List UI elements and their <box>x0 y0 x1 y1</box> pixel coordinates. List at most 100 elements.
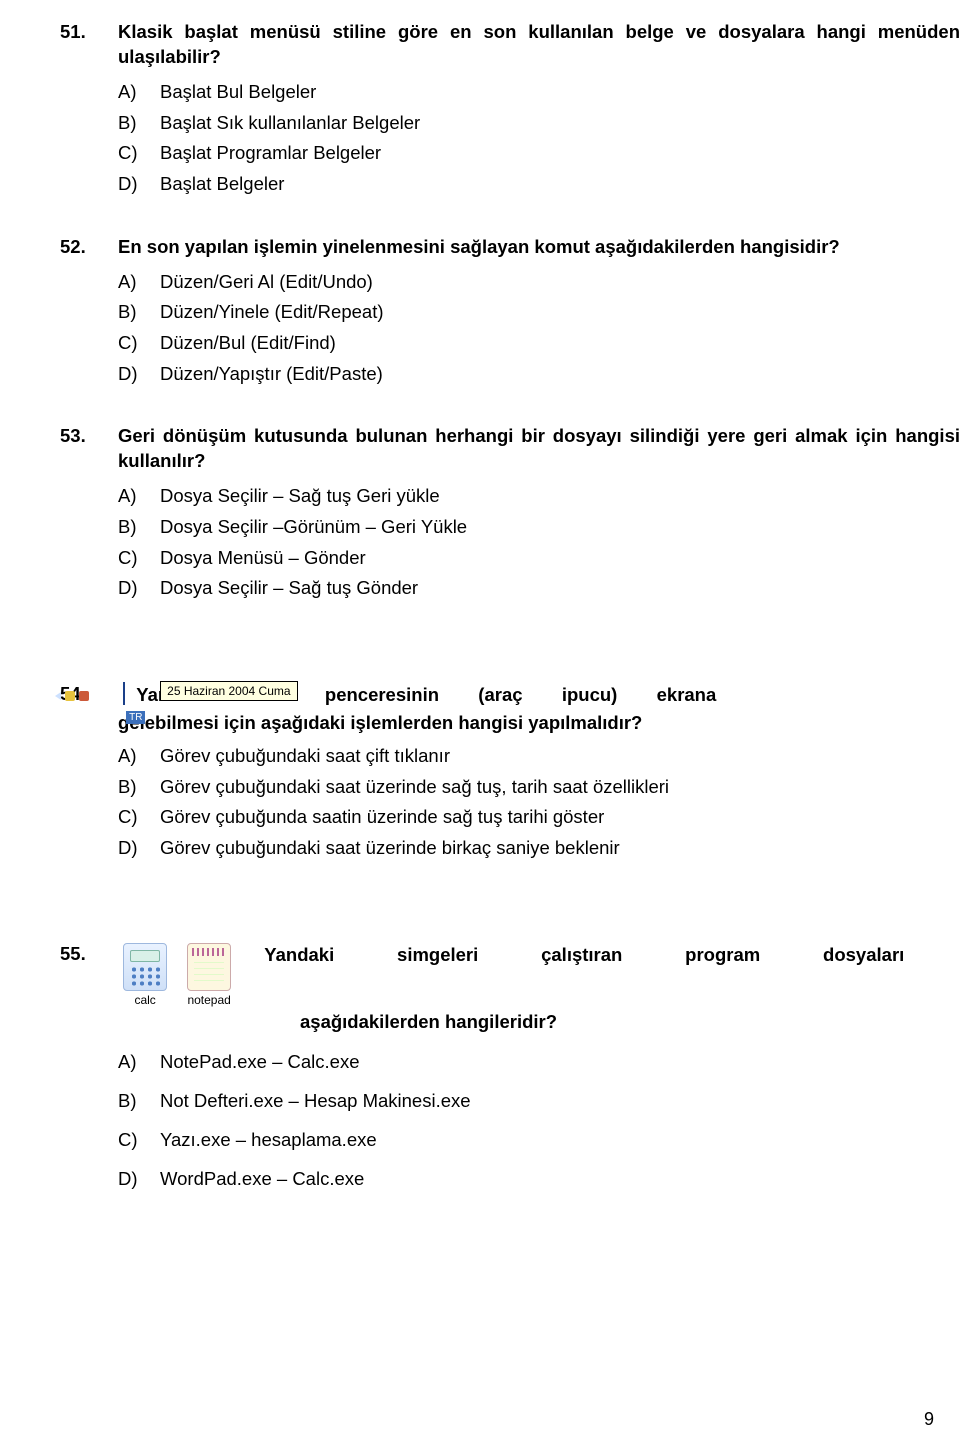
option-letter: C) <box>118 544 146 573</box>
calculator-icon <box>123 943 167 991</box>
question-number: 51. <box>60 20 94 70</box>
option-letter: B) <box>118 513 146 542</box>
system-tray: 19:45 <box>55 690 121 702</box>
option-d: D) WordPad.exe – Calc.exe <box>118 1160 960 1197</box>
option-text: Görev çubuğundaki saat çift tıklanır <box>160 742 450 771</box>
option-a: A) Düzen/Geri Al (Edit/Undo) <box>118 268 960 297</box>
notepad-label: notepad <box>187 993 230 1007</box>
option-b: B) Not Defteri.exe – Hesap Makinesi.exe <box>118 1082 960 1119</box>
question-number: 53. <box>60 424 94 474</box>
question-54: 54. 25 Haziran 2004 Cuma TR 19:45 Yandak… <box>60 683 960 863</box>
calc-label: calc <box>134 993 155 1007</box>
option-text: Düzen/Bul (Edit/Find) <box>160 329 336 358</box>
tray-icon <box>79 691 89 701</box>
option-text: Düzen/Yinele (Edit/Repeat) <box>160 298 384 327</box>
option-a: A) NotePad.exe – Calc.exe <box>118 1043 960 1080</box>
question-text-line2: aşağıdakilerden hangileridir? <box>300 1011 960 1033</box>
option-b: B) Dosya Seçilir –Görünüm – Geri Yükle <box>118 513 960 542</box>
option-letter: A) <box>118 482 146 511</box>
option-d: D) Düzen/Yapıştır (Edit/Paste) <box>118 360 960 389</box>
option-text: Başlat Sık kullanılanlar Belgeler <box>160 109 420 138</box>
option-text: Görev çubuğundaki saat üzerinde sağ tuş,… <box>160 773 669 802</box>
program-icons: calc notepad <box>123 943 231 1007</box>
taskbar-clock: 19:45 <box>93 690 121 702</box>
option-letter: C) <box>118 1121 146 1158</box>
tray-icon <box>65 691 75 701</box>
option-letter: A) <box>118 742 146 771</box>
option-text: Görev çubuğundaki saat üzerinde birkaç s… <box>160 834 620 863</box>
option-text: WordPad.exe – Calc.exe <box>160 1160 364 1197</box>
option-c: C) Dosya Menüsü – Gönder <box>118 544 960 573</box>
options: A) Düzen/Geri Al (Edit/Undo) B) Düzen/Yine… <box>118 268 960 389</box>
option-text: Görev çubuğunda saatin üzerinde sağ tuş … <box>160 803 604 832</box>
option-letter: A) <box>118 268 146 297</box>
option-text: Dosya Seçilir –Görünüm – Geri Yükle <box>160 513 467 542</box>
option-letter: B) <box>118 1082 146 1119</box>
options: A) Dosya Seçilir – Sağ tuş Geri yükle B) D… <box>118 482 960 603</box>
option-letter: A) <box>118 1043 146 1080</box>
option-d: D) Görev çubuğundaki saat üzerinde birkaç… <box>118 834 960 863</box>
language-indicator: TR <box>126 711 145 724</box>
question-text-line1: Yandaki simgeleri çalıştıran program dos… <box>264 943 904 968</box>
option-c: C) Başlat Programlar Belgeler <box>118 139 960 168</box>
question-55: 55. calc notepad Yandaki simgeleri çalış… <box>60 943 960 1197</box>
question-heading: 54. 25 Haziran 2004 Cuma TR 19:45 Yandak… <box>60 683 960 734</box>
option-c: C)Görev çubuğunda saatin üzerinde sağ tu… <box>118 803 960 832</box>
options: A) Görev çubuğundaki saat çift tıklanır B… <box>118 742 960 863</box>
option-a: A)Başlat Bul Belgeler <box>118 78 960 107</box>
option-text: Not Defteri.exe – Hesap Makinesi.exe <box>160 1082 471 1119</box>
question-heading: 52. En son yapılan işlemin yinelenmesini… <box>60 235 960 260</box>
option-b: B) Görev çubuğundaki saat üzerinde sağ tu… <box>118 773 960 802</box>
question-heading: 55. calc notepad Yandaki simgeleri çalış… <box>60 943 960 1033</box>
option-b: B) Başlat Sık kullanılanlar Belgeler <box>118 109 960 138</box>
option-text: Düzen/Yapıştır (Edit/Paste) <box>160 360 383 389</box>
question-heading: 51. Klasik başlat menüsü stiline göre en… <box>60 20 960 70</box>
calc-icon: calc <box>123 943 167 1007</box>
question-text: En son yapılan işlemin yinelenmesini sağ… <box>118 235 960 260</box>
options: A) NotePad.exe – Calc.exe B) Not Defteri.e… <box>118 1043 960 1197</box>
document-body: 51. Klasik başlat menüsü stiline göre en… <box>0 20 960 1197</box>
options: A)Başlat Bul Belgeler B) Başlat Sık kulla… <box>118 78 960 199</box>
option-letter: D) <box>118 360 146 389</box>
option-text: NotePad.exe – Calc.exe <box>160 1043 360 1080</box>
option-text: Yazı.exe – hesaplama.exe <box>160 1121 377 1158</box>
option-letter: D) <box>118 170 146 199</box>
option-text: Dosya Menüsü – Gönder <box>160 544 366 573</box>
option-letter: B) <box>118 773 146 802</box>
notepad-icon: notepad <box>187 943 231 1007</box>
option-letter: C) <box>118 139 146 168</box>
option-letter: B) <box>118 109 146 138</box>
option-a: A) Dosya Seçilir – Sağ tuş Geri yükle <box>118 482 960 511</box>
option-letter: D) <box>118 834 146 863</box>
notepad-icon <box>187 943 231 991</box>
option-c: C) Düzen/Bul (Edit/Find) <box>118 329 960 358</box>
question-text-line2: gelebilmesi için aşağıdaki işlemlerden h… <box>118 712 960 734</box>
option-text: Düzen/Geri Al (Edit/Undo) <box>160 268 373 297</box>
date-tooltip: 25 Haziran 2004 Cuma <box>160 681 297 701</box>
option-text: Başlat Belgeler <box>160 170 284 199</box>
option-text: Başlat Programlar Belgeler <box>160 139 381 168</box>
question-text: Klasik başlat menüsü stiline göre en son… <box>118 20 960 70</box>
option-text: Dosya Seçilir – Sağ tuş Gönder <box>160 574 418 603</box>
taskbar-tooltip-image: 25 Haziran 2004 Cuma TR 19:45 <box>123 683 125 705</box>
option-text: Dosya Seçilir – Sağ tuş Geri yükle <box>160 482 440 511</box>
option-letter: D) <box>118 574 146 603</box>
option-d: D) Dosya Seçilir – Sağ tuş Gönder <box>118 574 960 603</box>
option-c: C) Yazı.exe – hesaplama.exe <box>118 1121 960 1158</box>
option-letter: C) <box>118 329 146 358</box>
question-number: 55. <box>60 943 94 965</box>
option-d: D) Başlat Belgeler <box>118 170 960 199</box>
question-51: 51. Klasik başlat menüsü stiline göre en… <box>60 20 960 199</box>
tray-expand-icon <box>55 692 61 700</box>
question-52: 52. En son yapılan işlemin yinelenmesini… <box>60 235 960 389</box>
question-53: 53. Geri dönüşüm kutusunda bulunan herha… <box>60 424 960 603</box>
taskbar-graphic: 25 Haziran 2004 Cuma TR 19:45 <box>123 682 125 705</box>
option-a: A) Görev çubuğundaki saat çift tıklanır <box>118 742 960 771</box>
page-number: 9 <box>924 1409 934 1430</box>
question-text: Geri dönüşüm kutusunda bulunan herhangi … <box>118 424 960 474</box>
option-letter: B) <box>118 298 146 327</box>
option-text: Başlat Bul Belgeler <box>160 78 316 107</box>
question-number: 52. <box>60 235 94 260</box>
option-b: B) Düzen/Yinele (Edit/Repeat) <box>118 298 960 327</box>
option-letter: D) <box>118 1160 146 1197</box>
